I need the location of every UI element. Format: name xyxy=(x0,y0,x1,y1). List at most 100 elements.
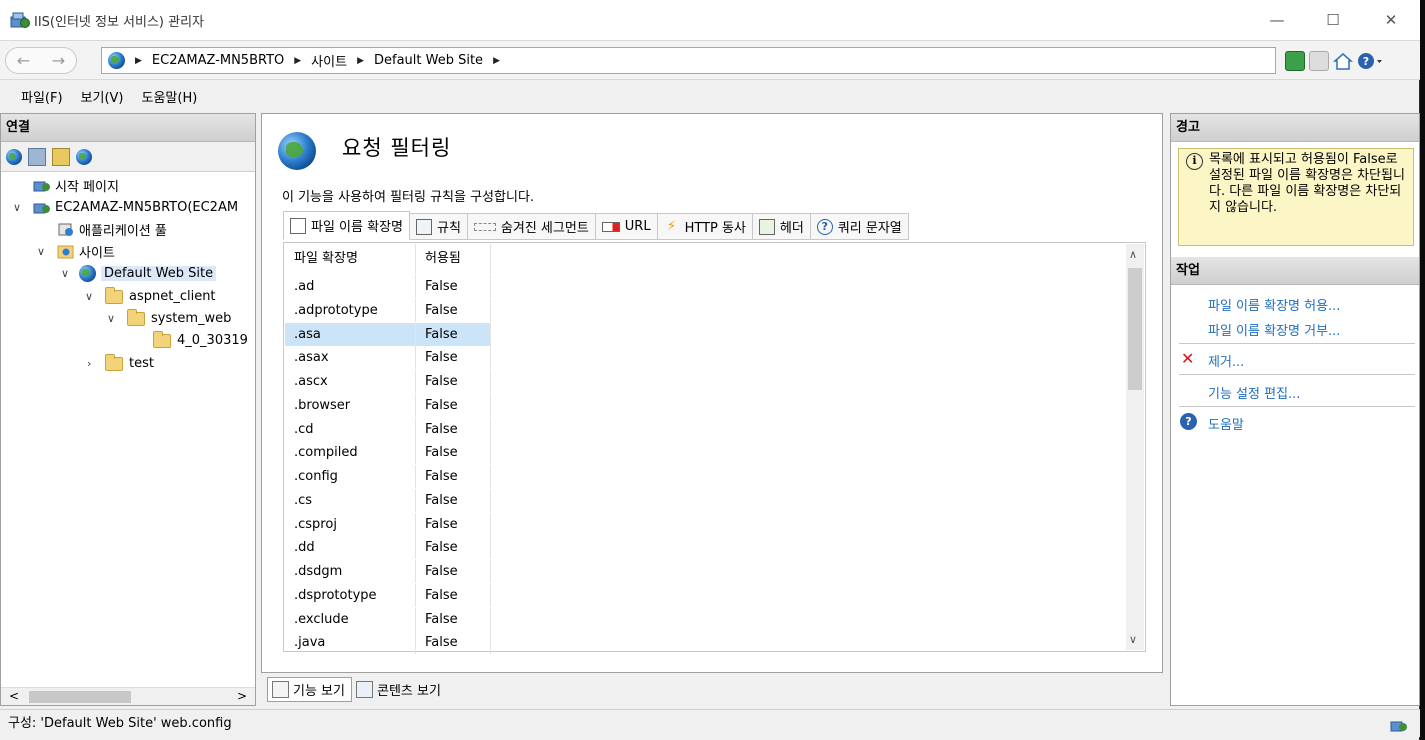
tree-item-test[interactable]: test xyxy=(105,352,154,374)
crumb-separator-icon: ▶ xyxy=(357,55,364,66)
page-description: 이 기능을 사용하여 필터링 규칙을 구성합니다. xyxy=(282,190,535,205)
tab-hidden-segments[interactable]: 숨겨진 세그먼트 xyxy=(467,213,596,240)
help-dropdown-icon[interactable]: ? xyxy=(1357,51,1385,71)
tab-headers[interactable]: 헤더 xyxy=(752,213,811,240)
chevron-down-icon[interactable]: ∨ xyxy=(61,267,69,280)
close-button[interactable]: ✕ xyxy=(1376,8,1406,32)
tree-item-start-page[interactable]: 시작 페이지 xyxy=(33,174,119,196)
home-icon[interactable] xyxy=(1333,51,1353,71)
tree-label: system_web xyxy=(151,310,232,326)
chevron-down-icon[interactable]: ∨ xyxy=(85,290,93,303)
remove-link[interactable]: 제거... xyxy=(1208,351,1244,370)
extension-cell: .asa xyxy=(285,322,416,346)
tab-label: 숨겨진 세그먼트 xyxy=(500,221,589,236)
breadcrumb-server[interactable]: EC2AMAZ-MN5BRTO xyxy=(152,53,284,68)
table-row[interactable]: .java False xyxy=(285,631,491,655)
table-row[interactable]: .dsprototype False xyxy=(285,583,491,607)
save-icon[interactable] xyxy=(28,147,46,166)
allow-extension-link[interactable]: 파일 이름 확장명 허용... xyxy=(1208,295,1340,314)
tree-item-server[interactable]: EC2AMAZ-MN5BRTO(EC2AM xyxy=(33,196,238,218)
table-row[interactable]: .ascx False xyxy=(285,370,491,393)
grid-header: 파일 확장명 허용됨 xyxy=(285,244,491,274)
extension-cell: .ascx xyxy=(285,370,416,393)
tab-label: URL xyxy=(624,219,651,234)
scroll-thumb[interactable] xyxy=(29,691,131,703)
column-header-allowed[interactable]: 허용됨 xyxy=(416,244,491,274)
tab-http-verbs[interactable]: ⚡ HTTP 동사 xyxy=(657,213,753,240)
up-folder-icon[interactable] xyxy=(52,147,70,166)
chevron-down-icon[interactable]: ∨ xyxy=(107,312,115,325)
forward-button[interactable]: → xyxy=(52,51,65,70)
edit-feature-settings-link[interactable]: 기능 설정 편집... xyxy=(1208,383,1300,402)
maximize-button[interactable]: ☐ xyxy=(1318,8,1348,32)
address-field[interactable]: ▶ EC2AMAZ-MN5BRTO ▶ 사이트 ▶ Default Web Si… xyxy=(101,47,1276,74)
alert-text: 목록에 표시되고 허용됨이 False로 설정된 파일 이름 확장명은 차단됩니… xyxy=(1209,152,1405,215)
alert-message-box: i 목록에 표시되고 허용됨이 False로 설정된 파일 이름 확장명은 차단… xyxy=(1178,148,1414,246)
tree-item-version-folder[interactable]: 4_0_30319 xyxy=(153,329,248,351)
horizontal-scrollbar[interactable]: < > xyxy=(1,687,255,705)
tree-item-aspnet-client[interactable]: aspnet_client xyxy=(105,285,216,307)
chevron-down-icon[interactable]: ∨ xyxy=(37,245,45,258)
iis-manager-window: IIS(인터넷 정보 서비스) 관리자 — ☐ ✕ ← → ▶ EC2AMAZ-… xyxy=(0,0,1420,740)
tree-item-system-web[interactable]: system_web xyxy=(127,307,231,329)
content-view-tab[interactable]: 콘텐츠 보기 xyxy=(352,677,447,702)
menu-bar: 파일(F) 보기(V) 도움말(H) xyxy=(0,82,1420,110)
minimize-button[interactable]: — xyxy=(1262,8,1292,32)
table-row[interactable]: .csproj False xyxy=(285,512,491,536)
tree-label: 시작 페이지 xyxy=(55,179,119,195)
table-row[interactable]: .asax False xyxy=(285,346,491,370)
allowed-cell: False xyxy=(416,441,491,465)
scroll-down-icon[interactable]: ∨ xyxy=(1129,633,1137,646)
deny-extension-link[interactable]: 파일 이름 확장명 거부... xyxy=(1208,320,1340,339)
breadcrumb-default-web-site[interactable]: Default Web Site xyxy=(374,53,483,68)
table-row[interactable]: .ad False xyxy=(285,275,491,298)
allowed-cell: False xyxy=(416,298,491,322)
table-row[interactable]: .cs False xyxy=(285,488,491,512)
table-row[interactable]: .dd False xyxy=(285,536,491,560)
hidden-segments-icon xyxy=(473,222,496,231)
tab-label: HTTP 동사 xyxy=(684,221,746,236)
scroll-up-icon[interactable]: ∧ xyxy=(1129,248,1137,261)
crumb-separator-icon: ▶ xyxy=(294,55,302,66)
table-row[interactable]: .exclude False xyxy=(285,607,491,631)
website-globe-icon xyxy=(79,264,96,282)
table-row[interactable]: .cd False xyxy=(285,417,491,441)
globe-icon xyxy=(108,52,125,69)
table-row[interactable]: .config False xyxy=(285,465,491,488)
breadcrumb-sites[interactable]: 사이트 xyxy=(311,51,347,70)
scroll-left-icon[interactable]: < xyxy=(9,689,19,703)
chevron-down-icon[interactable]: ∨ xyxy=(13,201,21,214)
disconnect-icon[interactable] xyxy=(76,148,92,165)
connect-icon[interactable] xyxy=(6,148,22,165)
chevron-right-icon[interactable]: › xyxy=(87,357,91,370)
tree-item-sites[interactable]: 사이트 xyxy=(57,240,115,262)
actions-panel: 경고 i 목록에 표시되고 허용됨이 False로 설정된 파일 이름 확장명은… xyxy=(1170,113,1420,706)
menu-file[interactable]: 파일(F) xyxy=(21,87,63,106)
tab-rules[interactable]: 규칙 xyxy=(410,213,468,240)
help-icon[interactable]: ? xyxy=(1180,413,1197,430)
scroll-right-icon[interactable]: > xyxy=(237,689,247,703)
tab-url[interactable]: URL xyxy=(595,213,658,240)
stop-icon[interactable] xyxy=(1309,51,1329,71)
refresh-icon[interactable] xyxy=(1285,51,1305,71)
table-row[interactable]: .asa False xyxy=(285,322,491,346)
table-row[interactable]: .compiled False xyxy=(285,441,491,465)
tab-file-extensions[interactable]: 파일 이름 확장명 xyxy=(283,211,410,240)
tree-item-app-pools[interactable]: 애플리케이션 풀 xyxy=(57,218,167,240)
tree-label: Default Web Site xyxy=(101,265,217,281)
tree-item-default-web-site[interactable]: Default Web Site xyxy=(79,262,217,284)
table-row[interactable]: .browser False xyxy=(285,393,491,417)
allowed-cell: False xyxy=(416,393,491,417)
column-header-extension[interactable]: 파일 확장명 xyxy=(285,244,416,274)
tab-query-strings[interactable]: ? 쿼리 문자열 xyxy=(810,213,909,240)
menu-view[interactable]: 보기(V) xyxy=(81,87,124,106)
vertical-scrollbar[interactable]: ∧ ∨ xyxy=(1126,244,1144,650)
menu-help[interactable]: 도움말(H) xyxy=(142,87,198,106)
help-link[interactable]: 도움말 xyxy=(1208,414,1244,433)
scroll-thumb[interactable] xyxy=(1128,268,1142,390)
remove-x-icon[interactable]: ✕ xyxy=(1181,349,1194,368)
table-row[interactable]: .dsdgm False xyxy=(285,560,491,583)
table-row[interactable]: .adprototype False xyxy=(285,298,491,322)
features-view-tab[interactable]: 기능 보기 xyxy=(267,677,352,702)
back-button[interactable]: ← xyxy=(17,51,30,70)
